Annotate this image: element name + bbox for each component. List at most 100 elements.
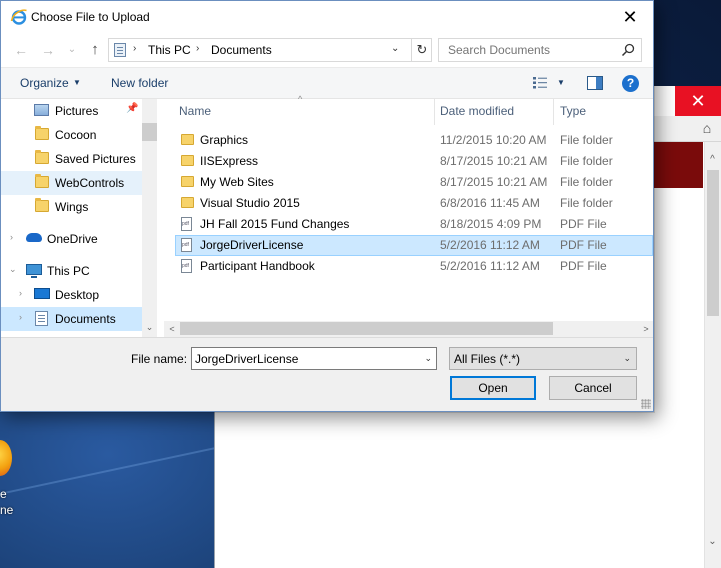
navpane-scroll-thumb[interactable] xyxy=(142,123,157,141)
pdf-file-icon xyxy=(181,238,192,252)
new-folder-button[interactable]: New folder xyxy=(111,76,168,90)
file-list: ^ Name Date modified Type Graphics 11/2/… xyxy=(164,94,653,321)
column-divider[interactable] xyxy=(434,99,435,125)
cancel-button[interactable]: Cancel xyxy=(549,376,637,400)
dialog-footer: File name: ⌄ All Files (*.*) ⌄ Open Canc… xyxy=(1,337,653,411)
computer-icon xyxy=(26,264,42,278)
column-header-name[interactable]: Name xyxy=(179,104,211,118)
desktop-app-icon[interactable] xyxy=(0,440,12,476)
nav-item-webcontrols[interactable]: WebControls xyxy=(1,171,142,195)
folder-icon xyxy=(35,198,49,212)
dialog-title: Choose File to Upload xyxy=(31,10,150,24)
file-row-selected[interactable]: JorgeDriverLicense 5/2/2016 11:12 AM PDF… xyxy=(175,235,653,256)
expand-chevron-icon[interactable]: › xyxy=(19,288,22,298)
file-name-dropdown-icon[interactable]: ⌄ xyxy=(424,353,432,364)
nav-item-documents[interactable]: › Documents xyxy=(1,307,142,331)
browser-scroll-thumb[interactable] xyxy=(707,170,719,316)
file-name: Participant Handbook xyxy=(200,259,315,273)
nav-item-pictures[interactable]: Pictures 📌 xyxy=(1,99,142,123)
nav-item-wings[interactable]: Wings xyxy=(1,195,142,219)
file-type-select[interactable]: All Files (*.*) ⌄ xyxy=(449,347,637,370)
navpane-scroll-down-icon[interactable]: ⌄ xyxy=(142,322,157,336)
pdf-file-icon xyxy=(181,259,192,273)
breadcrumb-documents[interactable]: Documents xyxy=(211,43,272,57)
desktop-icon-label: e ne xyxy=(0,486,13,518)
file-row[interactable]: Participant Handbook 5/2/2016 11:12 AM P… xyxy=(175,256,653,277)
scroll-right-icon[interactable]: > xyxy=(639,322,653,336)
recent-locations-chevron-icon[interactable]: ⌄ xyxy=(63,41,81,59)
file-type: File folder xyxy=(560,133,613,147)
file-date: 6/8/2016 11:45 AM xyxy=(440,196,540,210)
help-icon[interactable]: ? xyxy=(622,75,639,92)
nav-item-saved-pictures[interactable]: Saved Pictures xyxy=(1,147,142,171)
nav-item-desktop[interactable]: › Desktop xyxy=(1,283,142,307)
file-name-combobox[interactable]: ⌄ xyxy=(191,347,437,370)
file-name: IISExpress xyxy=(200,154,259,168)
file-date: 8/17/2015 10:21 AM xyxy=(440,154,548,168)
search-box[interactable] xyxy=(438,38,642,62)
internet-explorer-icon xyxy=(10,9,27,25)
change-view-icon[interactable] xyxy=(532,76,548,90)
breadcrumb-this-pc[interactable]: This PC xyxy=(148,43,191,57)
file-type: PDF File xyxy=(560,238,607,252)
resize-grip-icon[interactable] xyxy=(641,399,651,409)
up-arrow-icon[interactable]: ↑ xyxy=(86,41,104,59)
nav-item-this-pc[interactable]: ⌄ This PC xyxy=(1,259,142,283)
folder-icon xyxy=(181,155,194,166)
file-row[interactable]: Visual Studio 2015 6/8/2016 11:45 AM Fil… xyxy=(175,193,653,214)
expand-chevron-icon[interactable]: › xyxy=(19,312,22,322)
folder-icon xyxy=(181,197,194,208)
browser-close-button[interactable]: ✕ xyxy=(675,86,721,116)
desktop-icon xyxy=(34,288,50,299)
file-row[interactable]: My Web Sites 8/17/2015 10:21 AM File fol… xyxy=(175,172,653,193)
file-type-selected-value: All Files (*.*) xyxy=(454,352,521,366)
file-name: Graphics xyxy=(200,133,249,147)
column-header-date-modified[interactable]: Date modified xyxy=(440,104,514,118)
scroll-left-icon[interactable]: < xyxy=(165,322,179,336)
file-type: File folder xyxy=(560,196,613,210)
column-header-type[interactable]: Type xyxy=(560,104,586,118)
file-name-input[interactable] xyxy=(192,348,412,369)
file-type: File folder xyxy=(560,175,613,189)
file-name: My Web Sites xyxy=(200,175,274,189)
file-date: 8/17/2015 10:21 AM xyxy=(440,175,548,189)
collapse-chevron-icon[interactable]: ⌄ xyxy=(9,264,17,275)
view-dropdown-icon[interactable]: ▼ xyxy=(557,78,565,87)
breadcrumb-separator-icon[interactable]: › xyxy=(196,43,199,54)
file-type: PDF File xyxy=(560,217,607,231)
file-type: File folder xyxy=(560,154,613,168)
pin-icon[interactable]: 📌 xyxy=(126,103,138,114)
preview-pane-icon[interactable] xyxy=(587,76,603,90)
organize-button[interactable]: Organize xyxy=(20,76,69,90)
open-button[interactable]: Open xyxy=(450,376,536,400)
organize-dropdown-icon[interactable]: ▼ xyxy=(73,78,81,87)
desktop-icon-label-line-2: ne xyxy=(0,503,14,517)
address-dropdown-icon[interactable]: ⌄ xyxy=(391,43,399,54)
file-type: PDF File xyxy=(560,259,607,273)
breadcrumb-separator-icon[interactable]: › xyxy=(133,43,136,54)
nav-item-label: Wings xyxy=(55,200,89,214)
file-row[interactable]: Graphics 11/2/2015 10:20 AM File folder xyxy=(175,130,653,151)
browser-scroll-down-icon[interactable]: ⌄ xyxy=(704,536,721,550)
nav-item-onedrive[interactable]: › OneDrive xyxy=(1,227,142,251)
file-type-dropdown-icon[interactable]: ⌄ xyxy=(623,353,631,364)
desktop-icon-label-line-1: e xyxy=(0,487,7,501)
file-date: 11/2/2015 10:20 AM xyxy=(440,133,547,147)
browser-scroll-up-icon[interactable]: ^ xyxy=(704,154,721,168)
refresh-icon[interactable]: ↻ xyxy=(411,39,432,61)
dialog-close-button[interactable]: ✕ xyxy=(607,1,653,33)
column-divider[interactable] xyxy=(553,99,554,125)
file-date: 5/2/2016 11:12 AM xyxy=(440,238,540,252)
nav-item-cocoon[interactable]: Cocoon xyxy=(1,123,142,147)
search-input[interactable] xyxy=(439,39,619,61)
address-bar[interactable]: › This PC › Documents ⌄ ↻ xyxy=(108,38,432,62)
file-row[interactable]: IISExpress 8/17/2015 10:21 AM File folde… xyxy=(175,151,653,172)
file-date: 5/2/2016 11:12 AM xyxy=(440,259,540,273)
expand-chevron-icon[interactable]: › xyxy=(10,232,13,242)
search-icon[interactable] xyxy=(621,43,635,57)
horizontal-scroll-thumb[interactable] xyxy=(180,322,553,335)
file-row[interactable]: JH Fall 2015 Fund Changes 8/18/2015 4:09… xyxy=(175,214,653,235)
browser-home-icon[interactable]: ⌂ xyxy=(697,117,717,139)
forward-arrow-icon[interactable]: → xyxy=(39,41,57,59)
back-arrow-icon[interactable]: ← xyxy=(12,41,30,59)
